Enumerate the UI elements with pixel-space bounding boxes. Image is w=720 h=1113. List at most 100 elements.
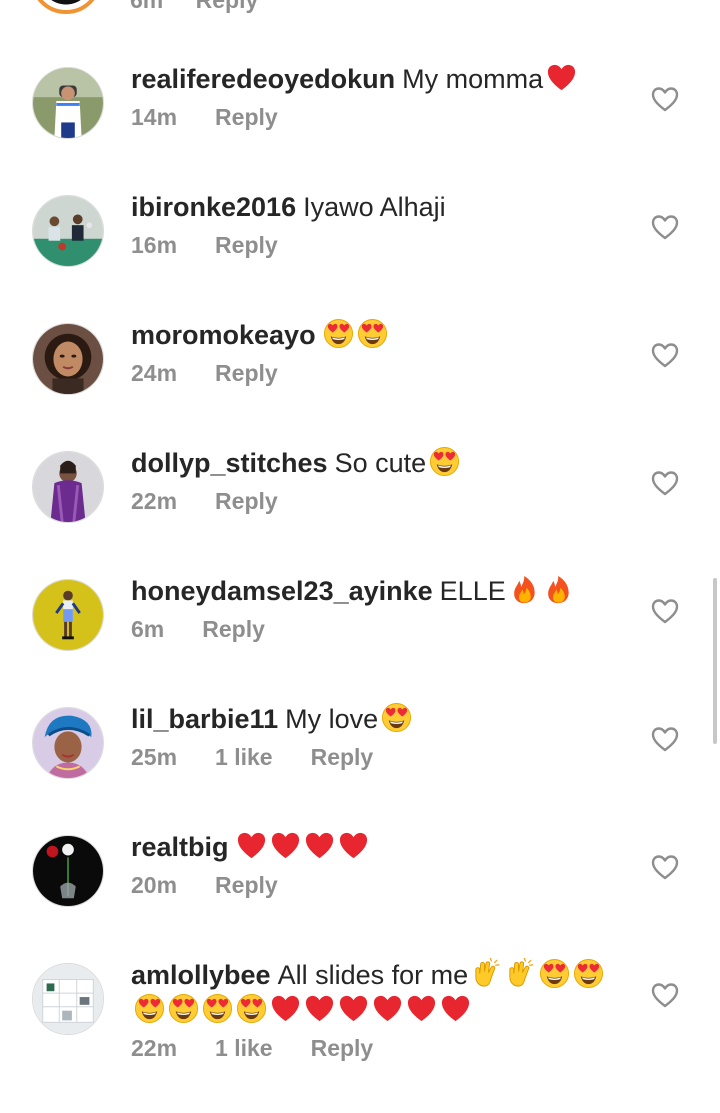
avatar[interactable] xyxy=(32,451,104,523)
comment-meta: 6m Reply xyxy=(130,0,284,14)
username-link[interactable]: realtbig xyxy=(131,832,229,862)
comment-meta: 20m Reply xyxy=(131,872,631,899)
comment-body: moromokeayo 24m Reply xyxy=(131,318,631,387)
red-heart-icon xyxy=(406,993,437,1024)
username-link[interactable]: amlollybee xyxy=(131,960,271,990)
comment-text: moromokeayo xyxy=(131,318,631,353)
username-link[interactable]: realiferedeoyedokun xyxy=(131,64,395,94)
like-count[interactable]: 1 like xyxy=(215,1035,273,1061)
comment-meta: 25m 1 like Reply xyxy=(131,744,631,771)
like-heart-icon[interactable] xyxy=(650,724,680,754)
avatar[interactable] xyxy=(32,835,104,907)
comment-meta: 16m Reply xyxy=(131,232,631,259)
comment-text: ibironke2016 Iyawo Alhaji xyxy=(131,190,631,225)
comment-time: 20m xyxy=(131,872,178,898)
reply-button[interactable]: Reply xyxy=(215,232,278,258)
reply-button[interactable]: Reply xyxy=(311,744,374,770)
like-heart-icon[interactable] xyxy=(650,468,680,498)
red-heart-icon xyxy=(270,830,301,861)
comment-body: honeydamsel23_ayinke ELLE 6m Reply xyxy=(131,574,631,643)
comment-body: ibironke2016 Iyawo Alhaji 16m Reply xyxy=(131,190,631,259)
username-link[interactable]: ibironke2016 xyxy=(131,192,296,222)
comment-meta: 24m Reply xyxy=(131,360,631,387)
avatar[interactable] xyxy=(32,963,104,1035)
comment-body: realiferedeoyedokun My momma 14m Reply xyxy=(131,62,631,131)
like-heart-icon[interactable] xyxy=(650,980,680,1010)
avatar[interactable] xyxy=(32,67,104,139)
heart-eyes-icon xyxy=(539,958,570,989)
comment-message: My love xyxy=(285,704,379,734)
reply-button[interactable]: Reply xyxy=(215,360,278,386)
clapping-icon xyxy=(471,958,502,989)
comment-meta: 14m Reply xyxy=(131,104,631,131)
comment-time: 14m xyxy=(131,104,178,130)
red-heart-icon xyxy=(304,993,335,1024)
comment-message: Iyawo Alhaji xyxy=(303,192,446,222)
comment-body: lil_barbie11 My love 25m 1 like Reply xyxy=(131,702,631,771)
heart-eyes-icon xyxy=(134,993,165,1024)
avatar[interactable] xyxy=(30,0,102,14)
comment-text: lil_barbie11 My love xyxy=(131,702,631,737)
username-link[interactable]: lil_barbie11 xyxy=(131,704,278,734)
clapping-icon xyxy=(505,958,536,989)
comment-body: dollyp_stitches So cute 22m Reply xyxy=(131,446,631,515)
like-heart-icon[interactable] xyxy=(650,596,680,626)
heart-eyes-icon xyxy=(236,993,267,1024)
fire-icon xyxy=(543,574,574,605)
fire-icon xyxy=(509,574,540,605)
like-heart-icon[interactable] xyxy=(650,852,680,882)
comment-time: 22m xyxy=(131,1035,178,1061)
comment-text: realiferedeoyedokun My momma xyxy=(131,62,631,97)
heart-eyes-icon xyxy=(357,318,388,349)
comment-time: 25m xyxy=(131,744,178,770)
heart-eyes-icon xyxy=(168,993,199,1024)
comment-time: 22m xyxy=(131,488,178,514)
like-count[interactable]: 1 like xyxy=(215,744,273,770)
reply-button[interactable]: Reply xyxy=(311,1035,374,1061)
reply-button[interactable]: Reply xyxy=(215,104,278,130)
comment-message: ELLE xyxy=(439,576,506,606)
red-heart-icon xyxy=(270,993,301,1024)
red-heart-icon xyxy=(338,830,369,861)
comment-text: amlollybee All slides for me xyxy=(131,958,631,1028)
username-link[interactable]: dollyp_stitches xyxy=(131,448,328,478)
username-link[interactable]: honeydamsel23_ayinke xyxy=(131,576,433,606)
like-heart-icon[interactable] xyxy=(650,84,680,114)
red-heart-icon xyxy=(440,993,471,1024)
avatar[interactable] xyxy=(32,195,104,267)
heart-eyes-icon xyxy=(323,318,354,349)
reply-button[interactable]: Reply xyxy=(215,488,278,514)
comment-text: honeydamsel23_ayinke ELLE xyxy=(131,574,631,609)
heart-eyes-icon xyxy=(381,702,412,733)
comment-message: My momma xyxy=(402,64,544,94)
comment-body: amlollybee All slides for me 22m 1 like Repl… xyxy=(131,958,631,1062)
comment-text: realtbig xyxy=(131,830,631,865)
comment-meta: 22m 1 like Reply xyxy=(131,1035,631,1062)
scrollbar[interactable] xyxy=(713,578,717,744)
comment-body: realtbig 20m Reply xyxy=(131,830,631,899)
comment-time: 24m xyxy=(131,360,178,386)
avatar[interactable] xyxy=(32,707,104,779)
previous-comment-partial: 6m Reply xyxy=(0,0,720,28)
comment-message: All slides for me xyxy=(277,960,469,990)
comment-meta: 6m Reply xyxy=(131,616,631,643)
comment-message: So cute xyxy=(334,448,427,478)
heart-eyes-icon xyxy=(429,446,460,477)
heart-eyes-icon xyxy=(202,993,233,1024)
red-heart-icon xyxy=(372,993,403,1024)
red-heart-icon xyxy=(236,830,267,861)
like-heart-icon[interactable] xyxy=(650,340,680,370)
comment-time: 6m xyxy=(130,0,164,13)
like-heart-icon[interactable] xyxy=(650,212,680,242)
reply-button[interactable]: Reply xyxy=(202,616,265,642)
avatar[interactable] xyxy=(32,579,104,651)
reply-button[interactable]: Reply xyxy=(196,0,259,13)
username-link[interactable]: moromokeayo xyxy=(131,320,316,350)
comment-meta: 22m Reply xyxy=(131,488,631,515)
avatar[interactable] xyxy=(32,323,104,395)
reply-button[interactable]: Reply xyxy=(215,872,278,898)
comment-time: 16m xyxy=(131,232,178,258)
comment-time: 6m xyxy=(131,616,165,642)
comment-text: dollyp_stitches So cute xyxy=(131,446,631,481)
red-heart-icon xyxy=(338,993,369,1024)
